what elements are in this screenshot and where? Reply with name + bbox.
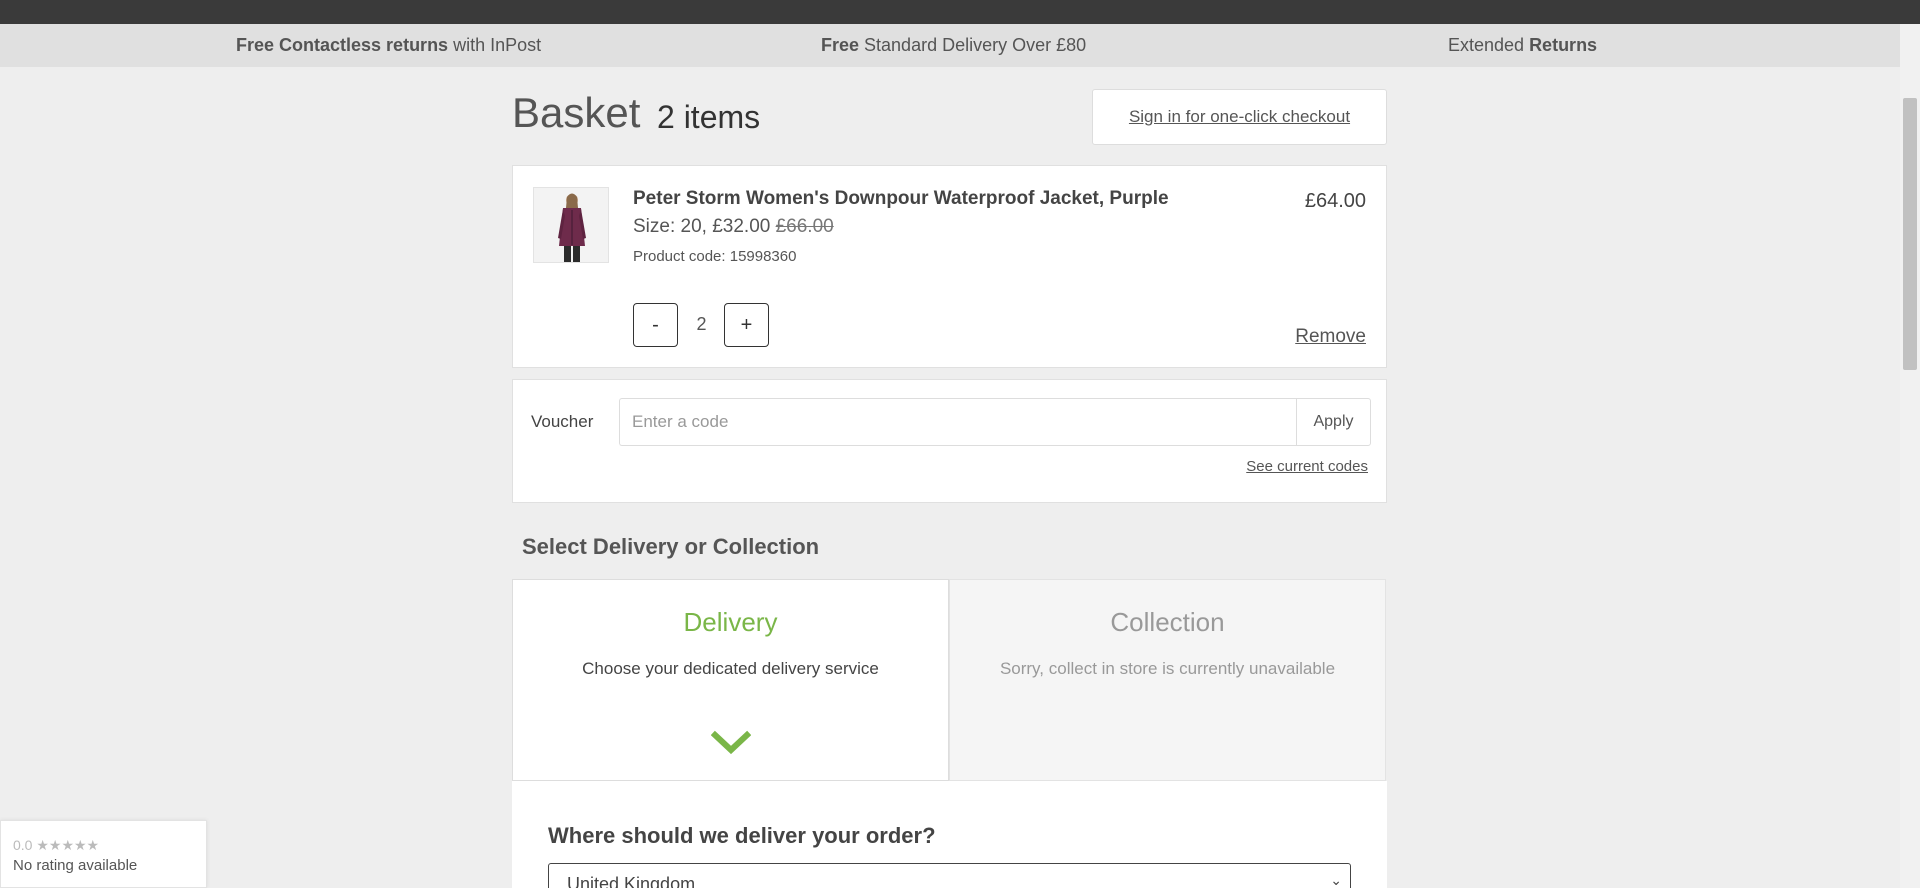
basket-item-count: 2 items xyxy=(657,99,761,135)
promo-extended-prefix: Extended xyxy=(1448,35,1530,55)
fulfilment-section-title: Select Delivery or Collection xyxy=(522,534,820,559)
signin-checkout-button[interactable]: Sign in for one-click checkout xyxy=(1092,89,1387,145)
promo-bar: Free Contactless returns with InPost Fre… xyxy=(0,24,1900,67)
page-scrollbar[interactable] xyxy=(1900,24,1920,888)
remove-item-link[interactable]: Remove xyxy=(1295,326,1366,348)
top-dark-bar xyxy=(0,0,1920,24)
promo-returns-rest: with InPost xyxy=(448,35,542,55)
quantity-value: 2 xyxy=(696,314,707,334)
delivery-option-title: Delivery xyxy=(683,607,778,637)
rating-widget[interactable]: 0.0 ★★★★★ No rating available xyxy=(0,820,207,888)
voucher-code-input[interactable]: Enter a code xyxy=(619,398,1297,446)
line-total-price: £64.00 xyxy=(1304,190,1366,212)
product-image[interactable] xyxy=(533,187,609,263)
rating-score: 0.0 ★★★★★ xyxy=(13,837,100,853)
voucher-card: Voucher Enter a code Apply See current c… xyxy=(512,379,1387,503)
collection-option-title: Collection xyxy=(1110,607,1225,637)
product-was-price: £66.00 xyxy=(775,216,834,237)
basket-item-card: Peter Storm Women's Downpour Waterproof … xyxy=(512,165,1387,368)
collection-option[interactable]: Collection Sorry, collect in store is cu… xyxy=(949,579,1386,781)
product-name[interactable]: Peter Storm Women's Downpour Waterproof … xyxy=(633,188,1169,210)
promo-delivery-rest: Standard Delivery Over £80 xyxy=(859,35,1087,55)
delivery-option-description: Choose your dedicated delivery service xyxy=(582,659,879,678)
page-title: Basket xyxy=(512,89,641,136)
promo-returns: Free Contactless returns with InPost xyxy=(236,35,541,56)
promo-returns-bold: Free Contactless returns xyxy=(236,35,449,55)
quantity-decrease-button[interactable]: - xyxy=(633,303,678,347)
delivery-address-panel: Where should we deliver your order? Unit… xyxy=(512,781,1387,888)
promo-extended-returns: Extended Returns xyxy=(1448,35,1597,56)
product-size-text: Size: 20, £32.00 xyxy=(633,216,771,237)
promo-delivery-bold: Free xyxy=(821,35,860,55)
country-selected-value: United Kingdom xyxy=(567,874,696,888)
delivery-question: Where should we deliver your order? xyxy=(548,823,936,848)
promo-delivery: Free Standard Delivery Over £80 xyxy=(821,35,1086,56)
voucher-label: Voucher xyxy=(531,412,594,431)
checkmark-chevron-icon xyxy=(711,730,751,755)
quantity-increase-button[interactable]: + xyxy=(724,303,769,347)
see-current-codes-link[interactable]: See current codes xyxy=(1246,458,1368,475)
apply-voucher-button[interactable]: Apply xyxy=(1296,398,1371,446)
scrollbar-thumb[interactable] xyxy=(1903,98,1917,370)
chevron-down-icon: ⌄ xyxy=(1330,872,1342,888)
country-select[interactable]: United Kingdom ⌄ xyxy=(548,863,1351,888)
product-code: Product code: 15998360 xyxy=(633,248,797,265)
delivery-option[interactable]: Delivery Choose your dedicated delivery … xyxy=(512,579,949,781)
collection-option-description: Sorry, collect in store is currently una… xyxy=(999,659,1336,678)
promo-extended-bold: Returns xyxy=(1529,35,1598,55)
rating-text: No rating available xyxy=(13,857,138,874)
jacket-photo-icon xyxy=(534,188,608,262)
product-size-price: Size: 20, £32.00 £66.00 xyxy=(633,216,834,238)
